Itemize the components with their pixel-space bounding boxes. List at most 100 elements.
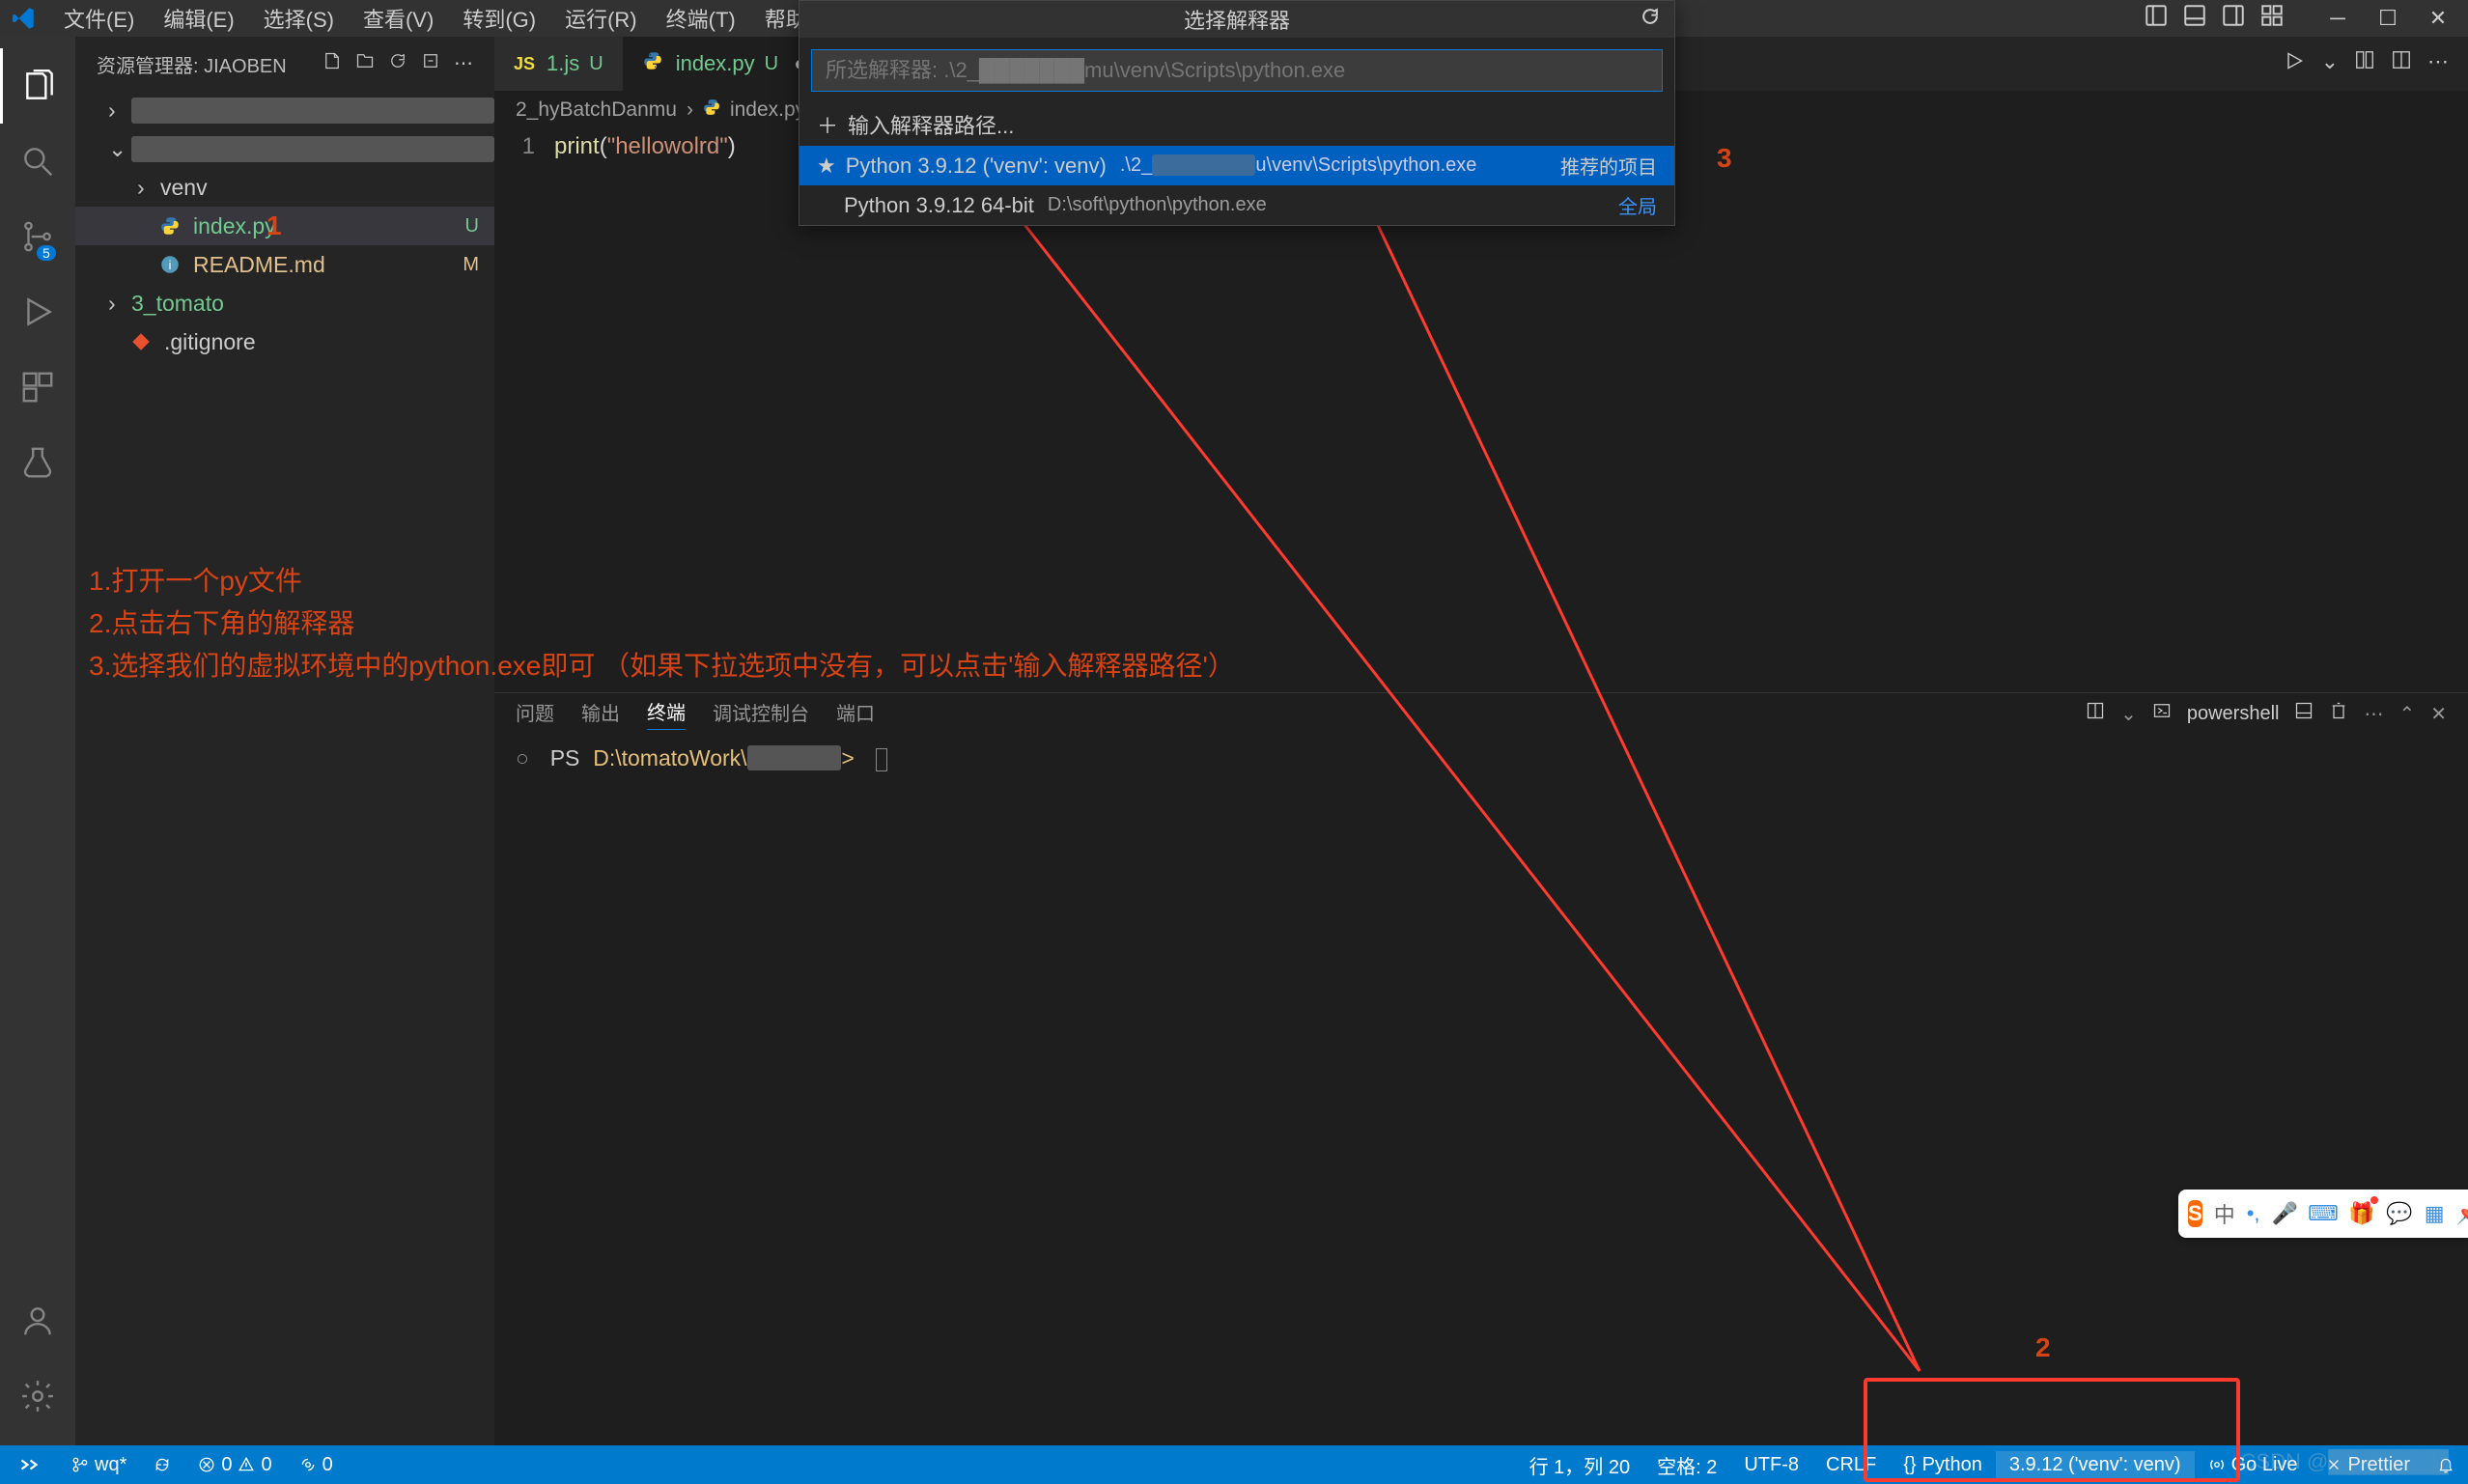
menu-run[interactable]: 运行(R) <box>551 0 651 38</box>
terminal-shell-label[interactable]: powershell <box>2187 703 2280 725</box>
language-mode[interactable]: {} Python <box>1890 1451 1996 1479</box>
settings-icon[interactable] <box>0 1358 75 1434</box>
powershell-icon[interactable] <box>2152 701 2172 726</box>
more-terminal-icon[interactable]: ⋯ <box>2364 702 2383 726</box>
diff-icon[interactable] <box>2354 49 2375 78</box>
extensions-icon[interactable] <box>0 350 75 425</box>
chevron-icon[interactable]: › <box>137 175 160 201</box>
eol[interactable]: CRLF <box>1812 1451 1890 1479</box>
tab-indexpy[interactable]: index.py U ● <box>624 37 827 91</box>
picker-enter-path[interactable]: ＋ 输入解释器路径... <box>799 103 1674 146</box>
new-file-icon[interactable] <box>323 51 342 76</box>
cursor-position[interactable]: 行 1，列 20 <box>1516 1451 1643 1479</box>
tab-debug-console[interactable]: 调试控制台 <box>713 698 809 730</box>
menu-selection[interactable]: 选择(S) <box>250 0 348 38</box>
ime-grid-icon[interactable]: ▦ <box>2425 1200 2445 1227</box>
maximize-button[interactable]: ☐ <box>2368 4 2408 33</box>
ime-pin-icon[interactable]: 📌 <box>2456 1200 2468 1227</box>
chevron-icon[interactable]: › <box>108 291 131 317</box>
ports-status[interactable]: 0 <box>286 1454 347 1476</box>
accounts-icon[interactable] <box>0 1283 75 1358</box>
plus-icon: ＋ <box>817 109 838 140</box>
menu-view[interactable]: 查看(V) <box>350 0 447 38</box>
tree-item-label: ████████ <box>131 136 494 162</box>
close-panel-icon[interactable]: ✕ <box>2430 702 2447 726</box>
terminal-cursor <box>876 748 887 771</box>
minimize-button[interactable]: ─ <box>2317 4 2358 33</box>
breadcrumb-folder[interactable]: 2_hyBatchDanmu <box>516 98 677 122</box>
kill-terminal-icon[interactable] <box>2329 701 2348 726</box>
tab-ports[interactable]: 端口 <box>836 698 875 730</box>
layout-toggle-1-icon[interactable] <box>2144 3 2169 34</box>
python-interpreter[interactable]: 3.9.12 ('venv': venv) <box>1996 1451 2195 1479</box>
tree-item[interactable]: index.pyU <box>75 207 494 245</box>
breadcrumb-file[interactable]: index.py <box>730 98 805 122</box>
refresh-icon[interactable] <box>388 51 407 76</box>
ime-mic-icon[interactable]: 🎤 <box>2272 1200 2298 1227</box>
menu-edit[interactable]: 编辑(E) <box>150 0 247 38</box>
layout-terminal-icon[interactable] <box>2294 701 2314 726</box>
picker-item-venv[interactable]: ★ Python 3.9.12 ('venv': venv) .\2_█████… <box>799 146 1674 185</box>
new-folder-icon[interactable] <box>355 51 375 76</box>
chevron-icon[interactable]: › <box>108 98 131 124</box>
tab-problems[interactable]: 问题 <box>516 698 554 730</box>
maximize-panel-icon[interactable]: ⌃ <box>2398 702 2415 726</box>
git-branch[interactable]: wq* <box>58 1454 140 1476</box>
search-icon[interactable] <box>0 124 75 199</box>
tree-item[interactable]: ⌄████████ <box>75 129 494 168</box>
explorer-icon[interactable] <box>0 48 75 124</box>
tree-item[interactable]: ›venv <box>75 168 494 207</box>
tree-item-label: venv <box>160 175 494 201</box>
tree-item-label: 3_tomato <box>131 291 494 317</box>
terminal-dropdown-icon[interactable]: ⌄ <box>2120 702 2137 726</box>
tree-item-label: .gitignore <box>164 329 494 355</box>
more-icon[interactable]: ⋯ <box>454 51 473 76</box>
chevron-right-icon: › <box>687 98 693 122</box>
ime-lang[interactable]: 中 <box>2214 1200 2235 1227</box>
menu-go[interactable]: 转到(G) <box>449 0 549 38</box>
ime-chat-icon[interactable]: 💬 <box>2386 1200 2412 1227</box>
collapse-icon[interactable] <box>421 51 440 76</box>
refresh-icon[interactable] <box>1640 6 1661 33</box>
close-button[interactable]: ✕ <box>2418 4 2458 33</box>
tree-item[interactable]: iREADME.mdM <box>75 245 494 284</box>
scm-badge: 5 <box>37 245 56 261</box>
run-debug-icon[interactable] <box>0 274 75 350</box>
tree-item[interactable]: ›3_tomato <box>75 284 494 322</box>
tree-item[interactable]: .gitignore <box>75 322 494 361</box>
run-file-icon[interactable] <box>2283 49 2306 78</box>
more-actions-icon[interactable]: ⋯ <box>2427 49 2449 78</box>
problems-status[interactable]: 0 0 <box>184 1454 285 1476</box>
picker-item-tag: 推荐的项目 <box>1560 152 1657 180</box>
sidebar-header: 资源管理器: JIAOBEN ⋯ <box>75 37 494 91</box>
picker-item-global[interactable]: Python 3.9.12 64-bit D:\soft\python\pyth… <box>799 185 1674 225</box>
code-line[interactable]: print("hellowolrd") <box>554 133 736 160</box>
picker-input[interactable] <box>811 49 1663 92</box>
tree-item[interactable]: ›█████ <box>75 91 494 129</box>
menu-file[interactable]: 文件(E) <box>50 0 148 38</box>
terminal-content[interactable]: ○ PS D:\tomatoWork\██████> <box>494 734 2468 1445</box>
source-control-icon[interactable]: 5 <box>0 199 75 274</box>
split-editor-icon[interactable] <box>2391 49 2412 78</box>
menu-terminal[interactable]: 终端(T) <box>653 0 749 38</box>
tree-item-label: index.py <box>193 213 465 239</box>
remote-indicator[interactable] <box>0 1445 58 1484</box>
ime-logo-icon[interactable]: S <box>2188 1200 2202 1227</box>
testing-icon[interactable] <box>0 425 75 500</box>
run-dropdown-icon[interactable]: ⌄ <box>2321 49 2339 78</box>
split-terminal-icon[interactable] <box>2086 701 2105 726</box>
ime-toolbar[interactable]: S 中 •, 🎤 ⌨ 🎁 💬 ▦ 📌 <box>2178 1190 2468 1238</box>
indentation[interactable]: 空格: 2 <box>1643 1451 1730 1479</box>
tab-1js[interactable]: JS 1.js U <box>494 37 624 91</box>
tab-terminal[interactable]: 终端 <box>647 697 686 730</box>
layout-toggle-2-icon[interactable] <box>2182 3 2207 34</box>
ime-keyboard-icon[interactable]: ⌨ <box>2310 1200 2337 1227</box>
ime-full-icon[interactable]: •, <box>2247 1200 2260 1227</box>
sync-icon[interactable] <box>140 1456 184 1473</box>
layout-toggle-3-icon[interactable] <box>2221 3 2246 34</box>
tab-output[interactable]: 输出 <box>581 698 620 730</box>
customize-layout-icon[interactable] <box>2259 3 2285 34</box>
chevron-icon[interactable]: ⌄ <box>108 136 131 162</box>
encoding[interactable]: UTF-8 <box>1730 1451 1812 1479</box>
ime-gift-icon[interactable]: 🎁 <box>2348 1200 2374 1227</box>
